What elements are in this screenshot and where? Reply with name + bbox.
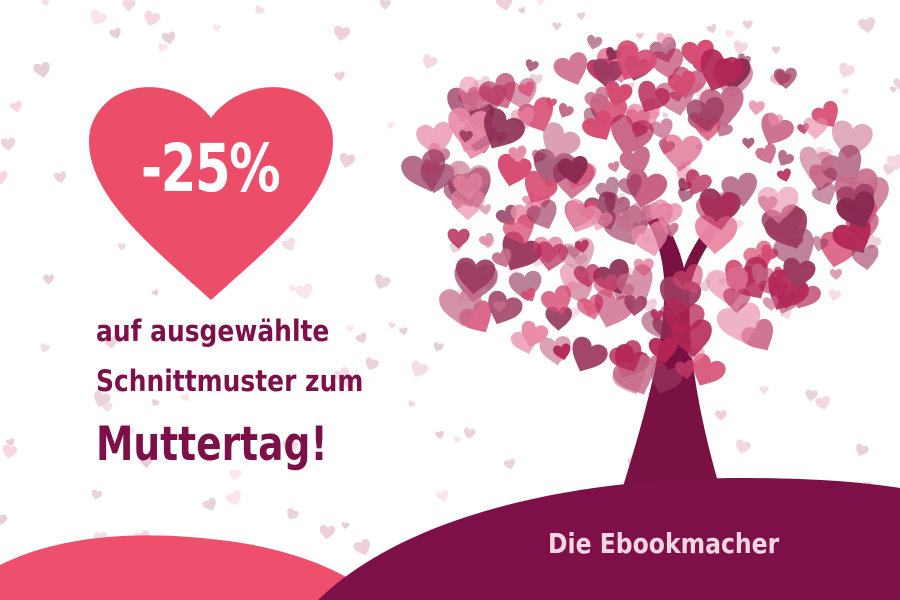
- background-heart: [551, 21, 562, 32]
- background-heart: [452, 435, 462, 445]
- tree-heart: [773, 148, 796, 170]
- background-heart: [733, 438, 752, 457]
- background-heart: [337, 152, 356, 170]
- left-hill: [0, 535, 380, 600]
- background-heart: [38, 342, 51, 354]
- tree-heart: [563, 333, 611, 380]
- background-heart: [534, 0, 546, 7]
- background-heart: [363, 356, 380, 373]
- background-heart: [435, 489, 451, 504]
- background-heart: [341, 522, 350, 530]
- background-heart: [117, 242, 127, 252]
- background-heart: [407, 359, 430, 381]
- tree-crown: [398, 32, 894, 403]
- background-heart: [1, 444, 18, 460]
- background-heart: [345, 324, 355, 334]
- tree-heart: [551, 49, 594, 91]
- background-heart: [517, 6, 527, 16]
- background-heart: [333, 71, 346, 82]
- background-heart: [841, 87, 851, 97]
- background-heart: [759, 385, 769, 395]
- background-heart: [835, 61, 857, 81]
- background-heart: [742, 20, 753, 30]
- background-heart: [398, 326, 409, 336]
- background-heart: [32, 61, 53, 80]
- discount-label: -25%: [140, 130, 281, 207]
- background-heart: [888, 85, 898, 94]
- background-heart: [814, 395, 833, 412]
- background-heart: [853, 442, 870, 459]
- tree-heart: [753, 142, 781, 168]
- tree-heart: [776, 167, 794, 184]
- ad-banner: -25% auf ausgewählte Schnittmuster zum M…: [0, 0, 900, 600]
- promo-headline: Muttertag!: [96, 417, 328, 472]
- tree-heart: [773, 67, 798, 90]
- background-heart: [576, 11, 587, 21]
- background-heart: [9, 100, 24, 114]
- background-heart: [660, 111, 670, 120]
- background-heart: [141, 9, 162, 29]
- background-heart: [150, 398, 160, 408]
- background-heart: [108, 26, 123, 41]
- background-heart: [371, 272, 392, 293]
- tree-heart: [829, 268, 843, 281]
- background-heart: [420, 53, 439, 72]
- background-heart: [406, 399, 416, 409]
- tree-heart: [850, 244, 881, 272]
- background-heart: [224, 488, 245, 509]
- tree-heart: [584, 34, 604, 52]
- background-heart: [156, 42, 168, 54]
- background-heart: [714, 410, 727, 422]
- background-heart: [40, 0, 51, 8]
- background-heart: [387, 321, 397, 330]
- background-heart: [161, 30, 178, 46]
- background-heart: [252, 4, 266, 17]
- background-heart: [283, 506, 300, 523]
- background-heart: [462, 427, 477, 440]
- background-heart: [379, 0, 391, 10]
- background-heart: [771, 46, 781, 54]
- background-heart: [43, 274, 55, 285]
- background-heart: [431, 341, 445, 354]
- background-heart: [494, 0, 515, 13]
- background-heart: [86, 7, 109, 29]
- background-heart: [287, 284, 297, 294]
- background-heart: [280, 236, 299, 254]
- background-heart: [635, 32, 644, 40]
- brand-name: Die Ebookmacher: [548, 527, 780, 560]
- background-heart: [386, 121, 396, 130]
- background-heart: [318, 524, 336, 541]
- background-heart: [354, 331, 370, 346]
- tree-heart: [523, 58, 540, 74]
- background-heart: [857, 16, 878, 35]
- promo-line-2: Schnittmuster zum: [96, 364, 364, 398]
- tree-heart: [747, 100, 766, 116]
- background-heart: [0, 170, 9, 186]
- background-illustration: [0, 0, 900, 600]
- background-heart: [503, 458, 517, 471]
- background-heart: [706, 23, 718, 35]
- background-heart: [294, 282, 316, 302]
- background-heart: [332, 25, 351, 43]
- background-heart: [90, 489, 103, 502]
- background-heart: [53, 170, 68, 185]
- tree-heart: [742, 137, 755, 149]
- tree-heart: [555, 101, 576, 121]
- background-heart: [121, 0, 136, 12]
- background-heart: [212, 24, 222, 33]
- promo-line-1: auf ausgewählte: [96, 314, 330, 348]
- background-heart: [826, 288, 842, 303]
- tree-heart: [607, 160, 622, 174]
- background-heart: [0, 137, 17, 152]
- tree-heart: [659, 133, 703, 174]
- background-heart: [201, 496, 220, 514]
- background-heart: [731, 39, 749, 57]
- background-heart: [352, 537, 374, 559]
- background-heart: [151, 288, 160, 298]
- background-heart: [434, 430, 445, 440]
- background-heart: [0, 512, 9, 528]
- background-heart: [723, 29, 735, 40]
